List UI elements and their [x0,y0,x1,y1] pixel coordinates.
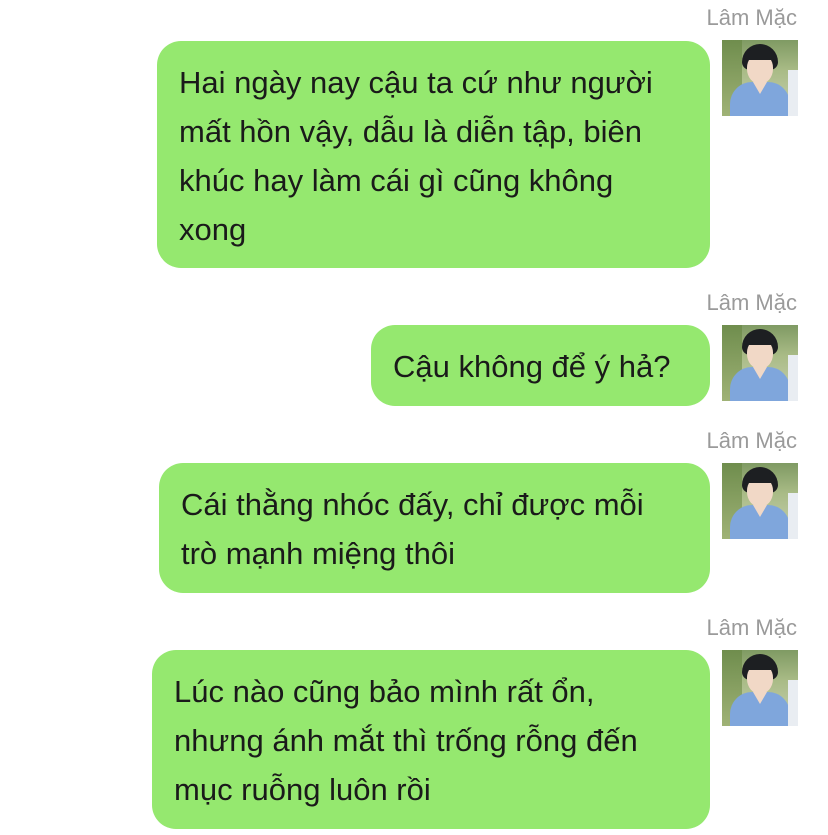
avatar[interactable] [722,325,798,401]
message-item: Lâm Mặc Cái thằng nhóc đấy, chỉ được mỗi… [0,423,828,603]
chat-screen: { "messages": [ { "sender": "Lâm Mặc", "… [0,0,828,835]
sender-name: Lâm Mặc [706,290,797,315]
avatar[interactable] [722,40,798,116]
message-bubble[interactable]: Cậu không để ý hả? [371,325,710,406]
message-bubble[interactable]: Hai ngày nay cậu ta cứ như người mất hồn… [157,41,710,268]
avatar[interactable] [722,650,798,726]
message-item: Lâm Mặc Lúc nào cũng bảo mình rất ổn, nh… [0,610,828,835]
sender-name: Lâm Mặc [706,428,797,453]
sender-name: Lâm Mặc [706,615,797,640]
message-bubble[interactable]: Cái thằng nhóc đấy, chỉ được mỗi trò mạn… [159,463,710,593]
message-bubble[interactable]: Lúc nào cũng bảo mình rất ổn, nhưng ánh … [152,650,710,829]
avatar[interactable] [722,463,798,539]
message-item: Lâm Mặc Cậu không để ý hả? [0,285,828,415]
sender-name: Lâm Mặc [706,5,797,30]
message-item: Lâm Mặc Hai ngày nay cậu ta cứ như người… [0,0,828,280]
